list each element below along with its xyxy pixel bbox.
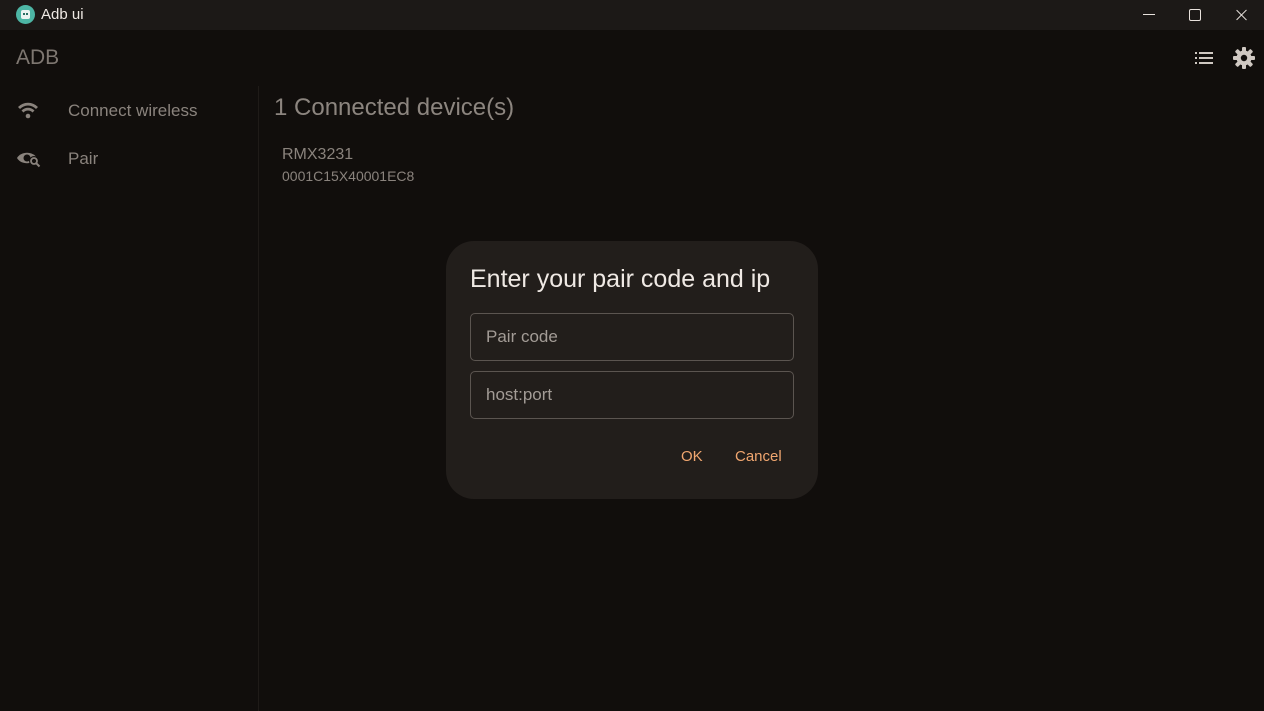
minimize-button[interactable] [1126, 0, 1172, 30]
dialog-title: Enter your pair code and ip [470, 265, 771, 293]
close-button[interactable] [1218, 0, 1264, 30]
app-window: Adb ui ADB Connect wireless Pair 1 Conne… [0, 0, 1264, 711]
pair-code-field[interactable] [470, 313, 794, 361]
maximize-button[interactable] [1172, 0, 1218, 30]
maximize-icon [1189, 9, 1201, 21]
title-bar[interactable]: Adb ui [0, 0, 1264, 30]
minimize-icon [1143, 14, 1155, 16]
app-logo-icon [16, 5, 35, 24]
ok-button[interactable]: OK [681, 448, 703, 465]
window-title: Adb ui [41, 6, 84, 23]
host-port-field[interactable] [470, 371, 794, 419]
host-port-input[interactable] [471, 372, 793, 418]
close-icon [1235, 9, 1247, 21]
pair-dialog: Enter your pair code and ip OK Cancel [446, 241, 818, 499]
cancel-button[interactable]: Cancel [735, 448, 782, 465]
pair-code-input[interactable] [471, 314, 793, 360]
